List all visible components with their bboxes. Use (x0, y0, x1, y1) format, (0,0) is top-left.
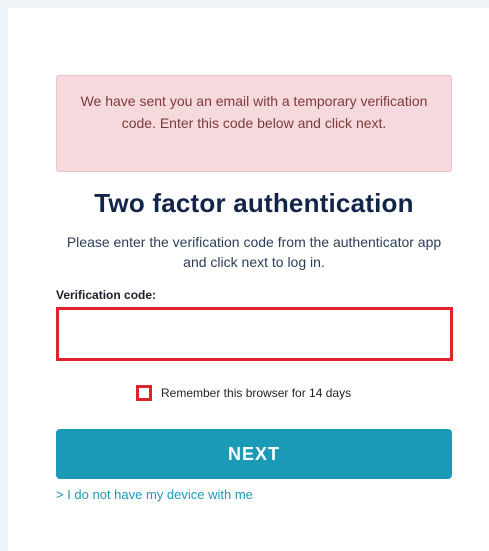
top-border (0, 0, 489, 8)
verification-code-label: Verification code: (56, 288, 157, 302)
next-button[interactable]: NEXT (56, 429, 452, 479)
left-border (0, 0, 8, 551)
remember-browser-label[interactable]: Remember this browser for 14 days (161, 386, 351, 400)
email-sent-alert: We have sent you an email with a tempora… (56, 75, 452, 172)
remember-browser-row[interactable]: Remember this browser for 14 days (136, 383, 351, 403)
alert-message: We have sent you an email with a tempora… (80, 93, 428, 131)
remember-browser-checkbox[interactable] (136, 385, 152, 401)
page-subtitle: Please enter the verification code from … (66, 234, 442, 270)
verification-code-input[interactable] (56, 307, 453, 361)
two-factor-page: We have sent you an email with a tempora… (0, 0, 489, 551)
page-title: Two factor authentication (94, 188, 414, 218)
no-device-link[interactable]: > I do not have my device with me (56, 487, 253, 502)
